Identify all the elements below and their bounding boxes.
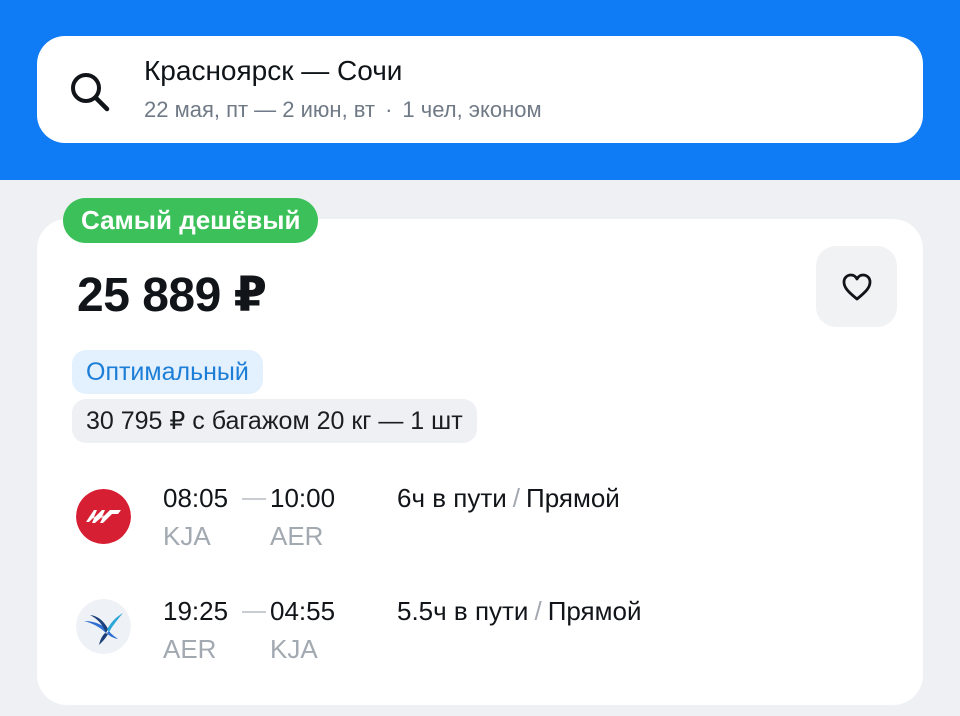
bird-logo-icon — [76, 599, 131, 654]
depart-airport: KJA — [163, 521, 211, 551]
flight-info: 6ч в пути / Прямой — [397, 482, 620, 514]
arrive-airport: AER — [270, 521, 324, 551]
flight-type: Прямой — [547, 596, 642, 626]
fare-tag-optimal[interactable]: Оптимальный — [72, 350, 263, 394]
info-slash: / — [534, 596, 542, 626]
arrive-time: 04:55 — [270, 596, 336, 626]
arrive-time: 10:00 — [270, 483, 336, 513]
fare-tag-baggage[interactable]: 30 795 ₽ с багажом 20 кг — 1 шт — [72, 399, 477, 443]
search-bar[interactable] — [37, 36, 923, 143]
search-details[interactable]: 22 мая, пт — 2 июн, вт · 1 чел, эконом — [144, 96, 542, 124]
depart-time: 08:05 — [163, 483, 229, 513]
nordwind-logo-icon — [76, 489, 131, 544]
cheapest-badge: Самый дешёвый — [63, 198, 319, 243]
arrive-airport: KJA — [270, 634, 318, 664]
flight-segment-outbound: 08:05 10:00 KJA AER 6ч в пути / Прямой — [0, 480, 960, 570]
time-dash — [242, 611, 266, 613]
flight-segment-return: 19:25 04:55 AER KJA 5.5ч в пути / Прямой — [0, 593, 960, 683]
flight-duration: 6ч в пути — [397, 483, 507, 513]
flight-info: 5.5ч в пути / Прямой — [397, 595, 642, 627]
depart-airport: AER — [163, 634, 217, 664]
info-slash: / — [512, 483, 521, 513]
offer-price: 25 889 ₽ — [77, 269, 267, 322]
heart-icon — [842, 273, 871, 300]
favorite-button[interactable] — [816, 246, 897, 327]
travel-dates: 22 мая, пт — 2 июн, вт — [144, 97, 376, 122]
depart-time: 19:25 — [163, 596, 229, 626]
flight-duration: 5.5ч в пути — [397, 596, 529, 626]
search-icon[interactable] — [66, 68, 112, 114]
flight-type: Прямой — [526, 483, 620, 513]
passengers-class: 1 чел, эконом — [402, 97, 542, 122]
route-title[interactable]: Красноярск — Сочи — [144, 54, 402, 88]
separator-dot: · — [385, 97, 393, 122]
time-dash — [242, 498, 266, 500]
